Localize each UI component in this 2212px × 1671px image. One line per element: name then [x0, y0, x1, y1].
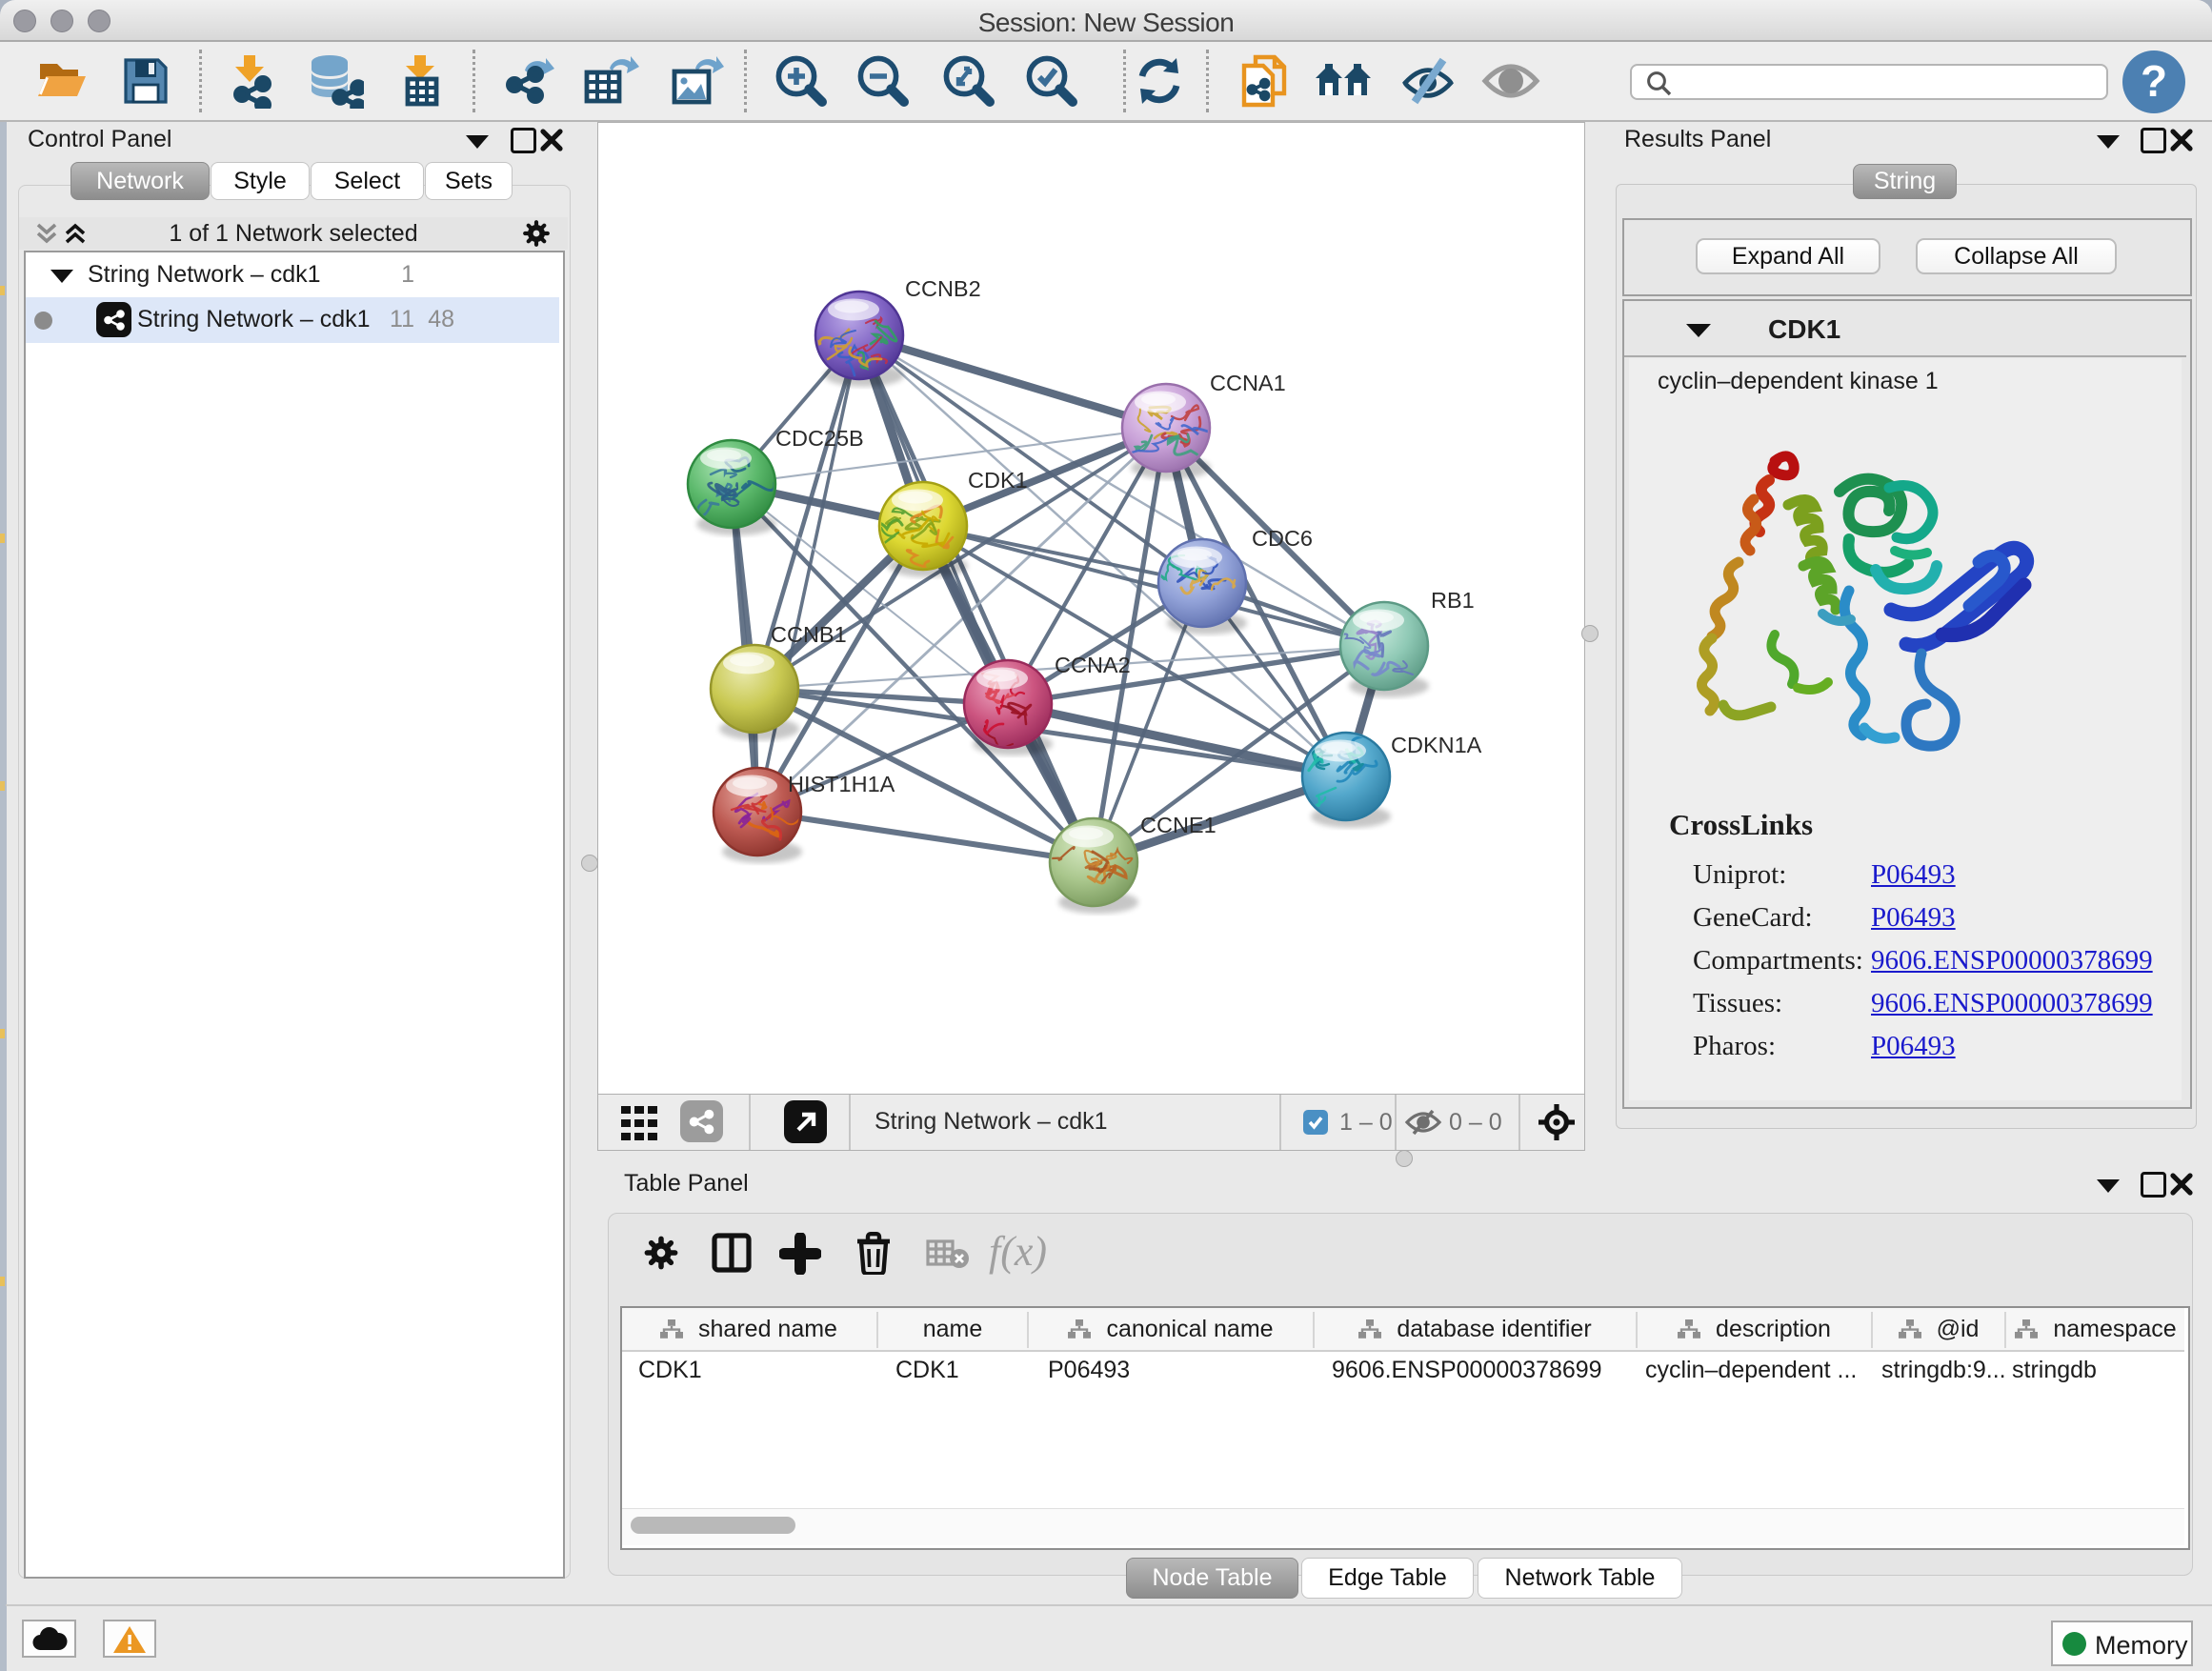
svg-text:CCNA1: CCNA1: [1210, 371, 1286, 395]
svg-text:HIST1H1A: HIST1H1A: [788, 772, 895, 796]
svg-text:CDC6: CDC6: [1252, 526, 1313, 551]
svg-text:RB1: RB1: [1431, 588, 1475, 613]
svg-text:CDKN1A: CDKN1A: [1391, 733, 1482, 757]
svg-text:CDC25B: CDC25B: [775, 426, 864, 451]
svg-text:CCNB1: CCNB1: [771, 622, 847, 647]
svg-text:CDK1: CDK1: [968, 468, 1028, 493]
svg-text:CCNE1: CCNE1: [1140, 813, 1217, 837]
svg-text:CCNB2: CCNB2: [905, 276, 981, 301]
svg-text:CCNA2: CCNA2: [1055, 653, 1131, 677]
